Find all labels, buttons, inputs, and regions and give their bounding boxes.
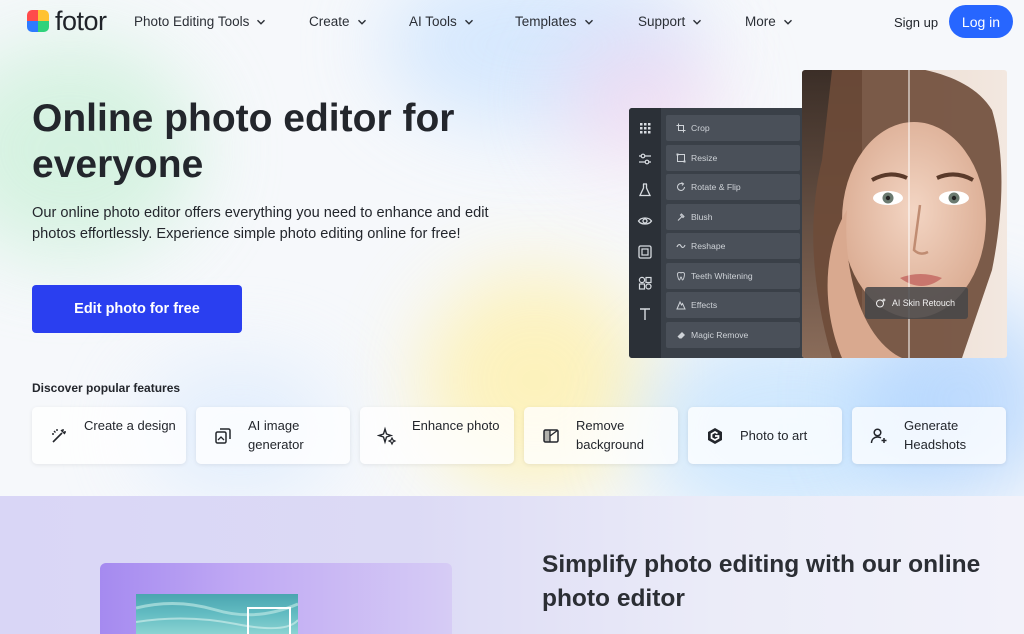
fotor-logo[interactable]: fotor <box>27 6 107 36</box>
tool-magic-remove[interactable]: Magic Remove <box>666 322 800 348</box>
nav-more[interactable]: More <box>745 14 793 29</box>
tool-label: Magic Remove <box>691 330 749 340</box>
section-title: Simplify photo editing with our online p… <box>542 551 981 612</box>
nav-templates[interactable]: Templates <box>515 14 594 29</box>
nav-label: AI Tools <box>409 14 457 29</box>
feature-card-remove-background[interactable]: Remove background <box>524 407 678 464</box>
water-texture-illustration <box>136 602 298 634</box>
fotor-logo-mark-icon <box>27 10 49 32</box>
editor-tool-rail <box>629 108 661 358</box>
eraser-icon <box>677 332 685 339</box>
nav-ai-tools[interactable]: AI Tools <box>409 14 474 29</box>
edit-photo-for-free-button[interactable]: Edit photo for free <box>32 285 242 333</box>
rotate-icon <box>677 182 685 191</box>
beauty-flask-icon <box>638 183 652 197</box>
chevron-down-icon <box>357 19 366 25</box>
tool-label: Teeth Whitening <box>691 271 753 281</box>
nav-photo-editing-tools[interactable]: Photo Editing Tools <box>134 14 266 29</box>
grid-icon <box>640 123 651 134</box>
adjust-sliders-icon <box>639 153 651 165</box>
ai-image-icon <box>215 428 231 444</box>
magic-wand-icon <box>52 429 66 443</box>
text-icon <box>640 308 650 320</box>
hero-title: Online photo editor for everyone <box>32 97 455 186</box>
chevron-down-icon <box>783 19 792 25</box>
resize-icon <box>676 153 686 163</box>
headshot-icon <box>870 428 887 444</box>
feature-card-ai-image-generator[interactable]: AI image generator <box>196 407 350 464</box>
tool-resize[interactable]: Resize <box>666 145 800 171</box>
frame-icon <box>638 245 652 259</box>
nav-label: More <box>745 14 776 29</box>
tool-reshape[interactable]: Reshape <box>666 233 800 259</box>
nav-support[interactable]: Support <box>638 14 702 29</box>
brand-name: fotor <box>55 6 107 36</box>
chevron-down-icon <box>584 19 593 25</box>
eye-icon <box>637 217 653 225</box>
log-in-button[interactable]: Log in <box>949 5 1013 38</box>
crop-icon <box>676 123 686 133</box>
elements-icon <box>638 276 652 290</box>
feature-label: Generate Headshots <box>904 418 967 452</box>
feature-card-photo-to-art[interactable]: Photo to art <box>688 407 842 464</box>
tool-blush[interactable]: Blush <box>666 204 800 230</box>
face-sparkle-icon <box>876 298 886 308</box>
sign-up-link[interactable]: Sign up <box>894 15 938 30</box>
chevron-down-icon <box>464 19 473 25</box>
tool-label: Effects <box>691 300 718 310</box>
tool-effects[interactable]: Effects <box>666 292 800 318</box>
feature-label: Remove background <box>576 418 644 452</box>
tool-teeth-whitening[interactable]: Teeth Whitening <box>666 263 800 289</box>
nav-create[interactable]: Create <box>309 14 367 29</box>
tool-label: Crop <box>691 123 710 133</box>
feature-label: AI image generator <box>248 418 304 452</box>
tool-label: Resize <box>691 153 718 163</box>
tool-crop[interactable]: Crop <box>666 115 800 141</box>
hero-description: Our online photo editor offers everythin… <box>32 205 489 242</box>
ai-skin-retouch-label: AI Skin Retouch <box>892 298 956 308</box>
art-logo-icon <box>708 428 722 444</box>
reshape-icon <box>676 244 686 248</box>
teeth-icon <box>677 272 685 281</box>
features-heading: Discover popular features <box>32 381 181 395</box>
nav-label: Photo Editing Tools <box>134 14 250 29</box>
ai-skin-retouch-badge: AI Skin Retouch <box>865 287 968 319</box>
tool-label: Reshape <box>691 241 726 251</box>
chevron-down-icon <box>693 19 702 25</box>
chevron-down-icon <box>257 19 266 25</box>
feature-card-create-design[interactable]: Create a design <box>32 407 186 464</box>
remove-bg-icon <box>543 429 559 443</box>
nav-label: Create <box>309 14 350 29</box>
nav-label: Templates <box>515 14 577 29</box>
feature-label: Create a design <box>84 418 176 433</box>
editor-preview-panel: Crop Resize Rotate & Flip Blush Reshape … <box>629 108 807 358</box>
tool-rotate-flip[interactable]: Rotate & Flip <box>666 174 800 200</box>
tool-label: Rotate & Flip <box>691 182 741 192</box>
preview-image <box>136 594 298 634</box>
effects-icon <box>676 300 686 310</box>
feature-label: Enhance photo <box>412 418 500 433</box>
feature-card-enhance-photo[interactable]: Enhance photo <box>360 407 514 464</box>
tool-label: Blush <box>691 212 713 222</box>
feature-card-generate-headshots[interactable]: Generate Headshots <box>852 407 1006 464</box>
nav-label: Support <box>638 14 686 29</box>
top-navigation: fotor Photo Editing Tools Create AI Tool… <box>0 0 1024 44</box>
feature-label: Photo to art <box>740 428 808 443</box>
blush-icon <box>677 213 685 221</box>
sparkle-icon <box>377 426 397 446</box>
